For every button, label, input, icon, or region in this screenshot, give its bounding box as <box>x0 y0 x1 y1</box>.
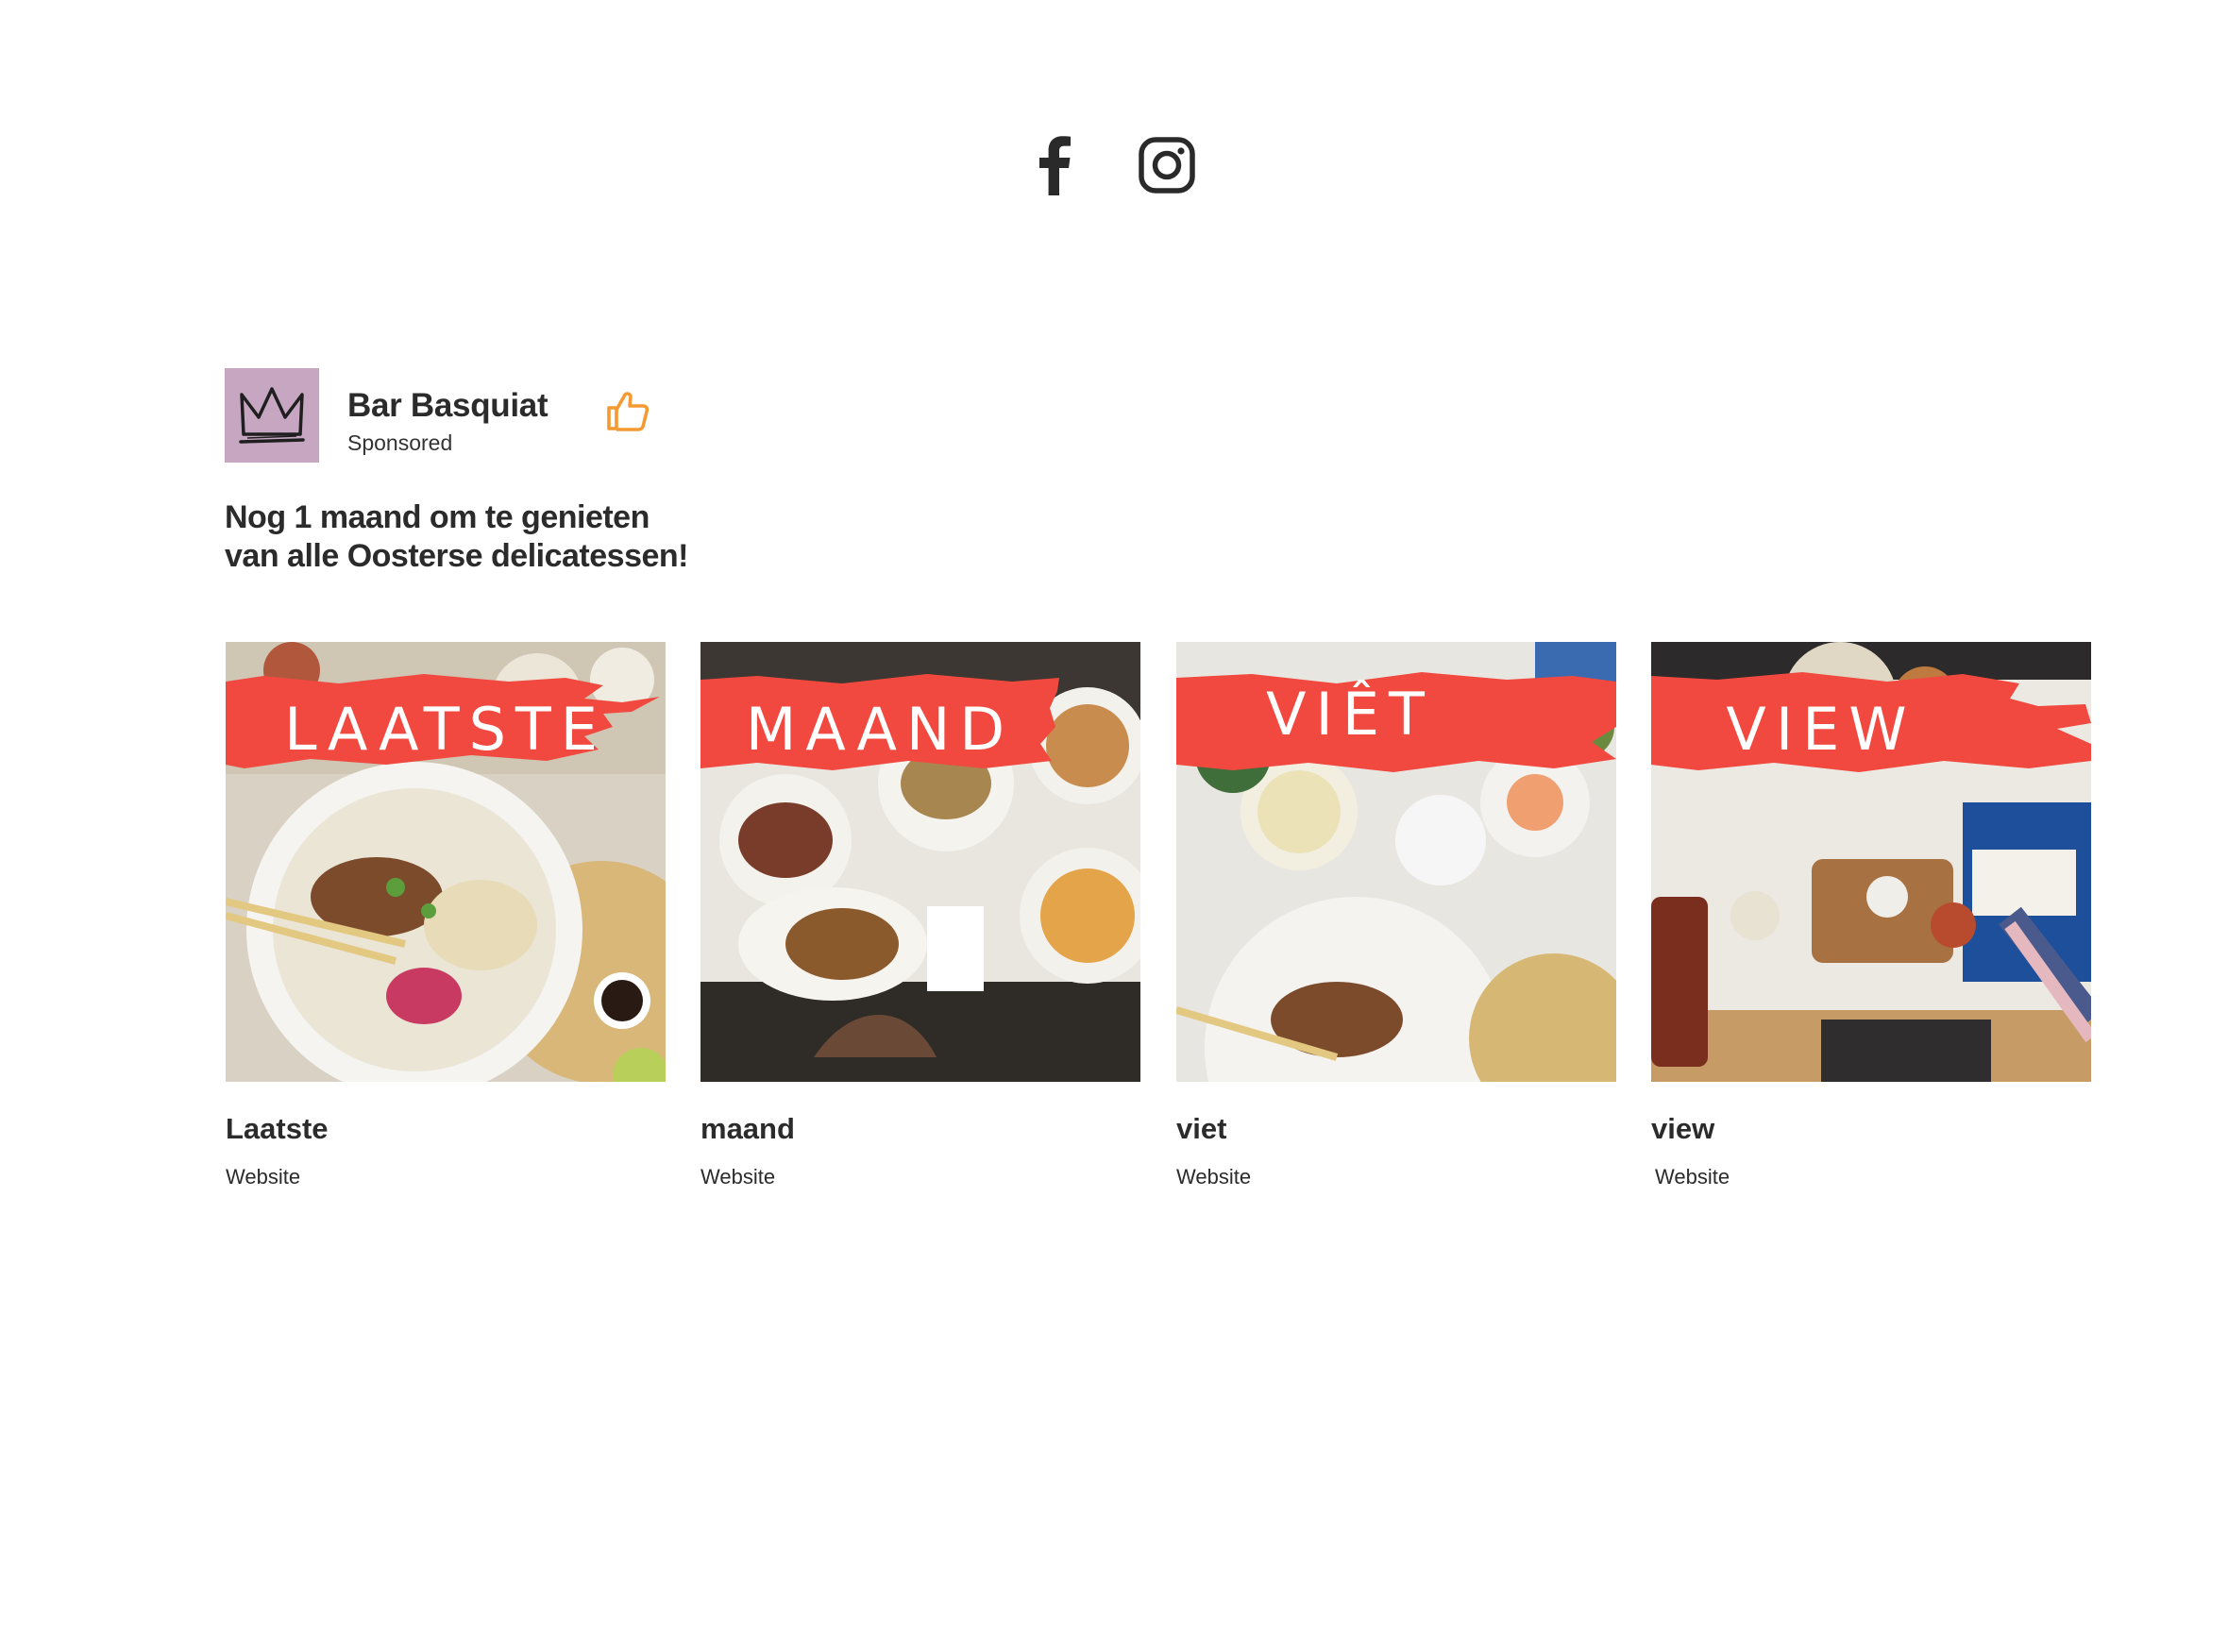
card-image[interactable]: LAATSTE <box>226 642 666 1082</box>
avatar[interactable] <box>225 368 319 463</box>
carousel-card: VIEW view Website <box>1651 642 2091 1189</box>
card-overlay-text: VIEW <box>1726 695 1916 764</box>
website-link[interactable]: Website <box>1655 1165 1730 1189</box>
carousel: LAATSTE Laatste Website MAAND maand Webs… <box>226 642 2114 1208</box>
thumbs-up-icon[interactable] <box>602 385 653 436</box>
brand-name[interactable]: Bar Basquiat <box>347 387 549 425</box>
carousel-card: VIÊT viet Website <box>1176 642 1616 1189</box>
website-link[interactable]: Website <box>700 1165 775 1189</box>
card-overlay-text: VIÊT <box>1266 680 1434 749</box>
sponsored-label: Sponsored <box>347 430 453 455</box>
website-link[interactable]: Website <box>226 1165 300 1189</box>
card-image[interactable]: VIEW <box>1651 642 2091 1082</box>
facebook-icon[interactable] <box>1024 132 1083 198</box>
instagram-icon[interactable] <box>1138 132 1196 198</box>
carousel-card: LAATSTE Laatste Website <box>226 642 666 1189</box>
card-overlay-text: LAATSTE <box>284 695 607 764</box>
card-image[interactable]: MAAND <box>700 642 1140 1082</box>
card-title[interactable]: viet <box>1176 1110 1616 1148</box>
card-title[interactable]: Laatste <box>226 1110 666 1148</box>
ad-text: Nog 1 maand om te genieten van alle Oost… <box>225 499 688 574</box>
website-link[interactable]: Website <box>1176 1165 1251 1189</box>
card-title[interactable]: view <box>1651 1110 2091 1148</box>
card-image[interactable]: VIÊT <box>1176 642 1616 1082</box>
ad-header: Bar Basquiat Sponsored <box>225 368 659 463</box>
card-overlay-text: MAAND <box>745 695 1015 764</box>
crown-logo-icon <box>225 368 319 463</box>
carousel-card: MAAND maand Website <box>700 642 1140 1189</box>
card-title[interactable]: maand <box>700 1110 1140 1148</box>
social-links <box>0 132 2228 198</box>
